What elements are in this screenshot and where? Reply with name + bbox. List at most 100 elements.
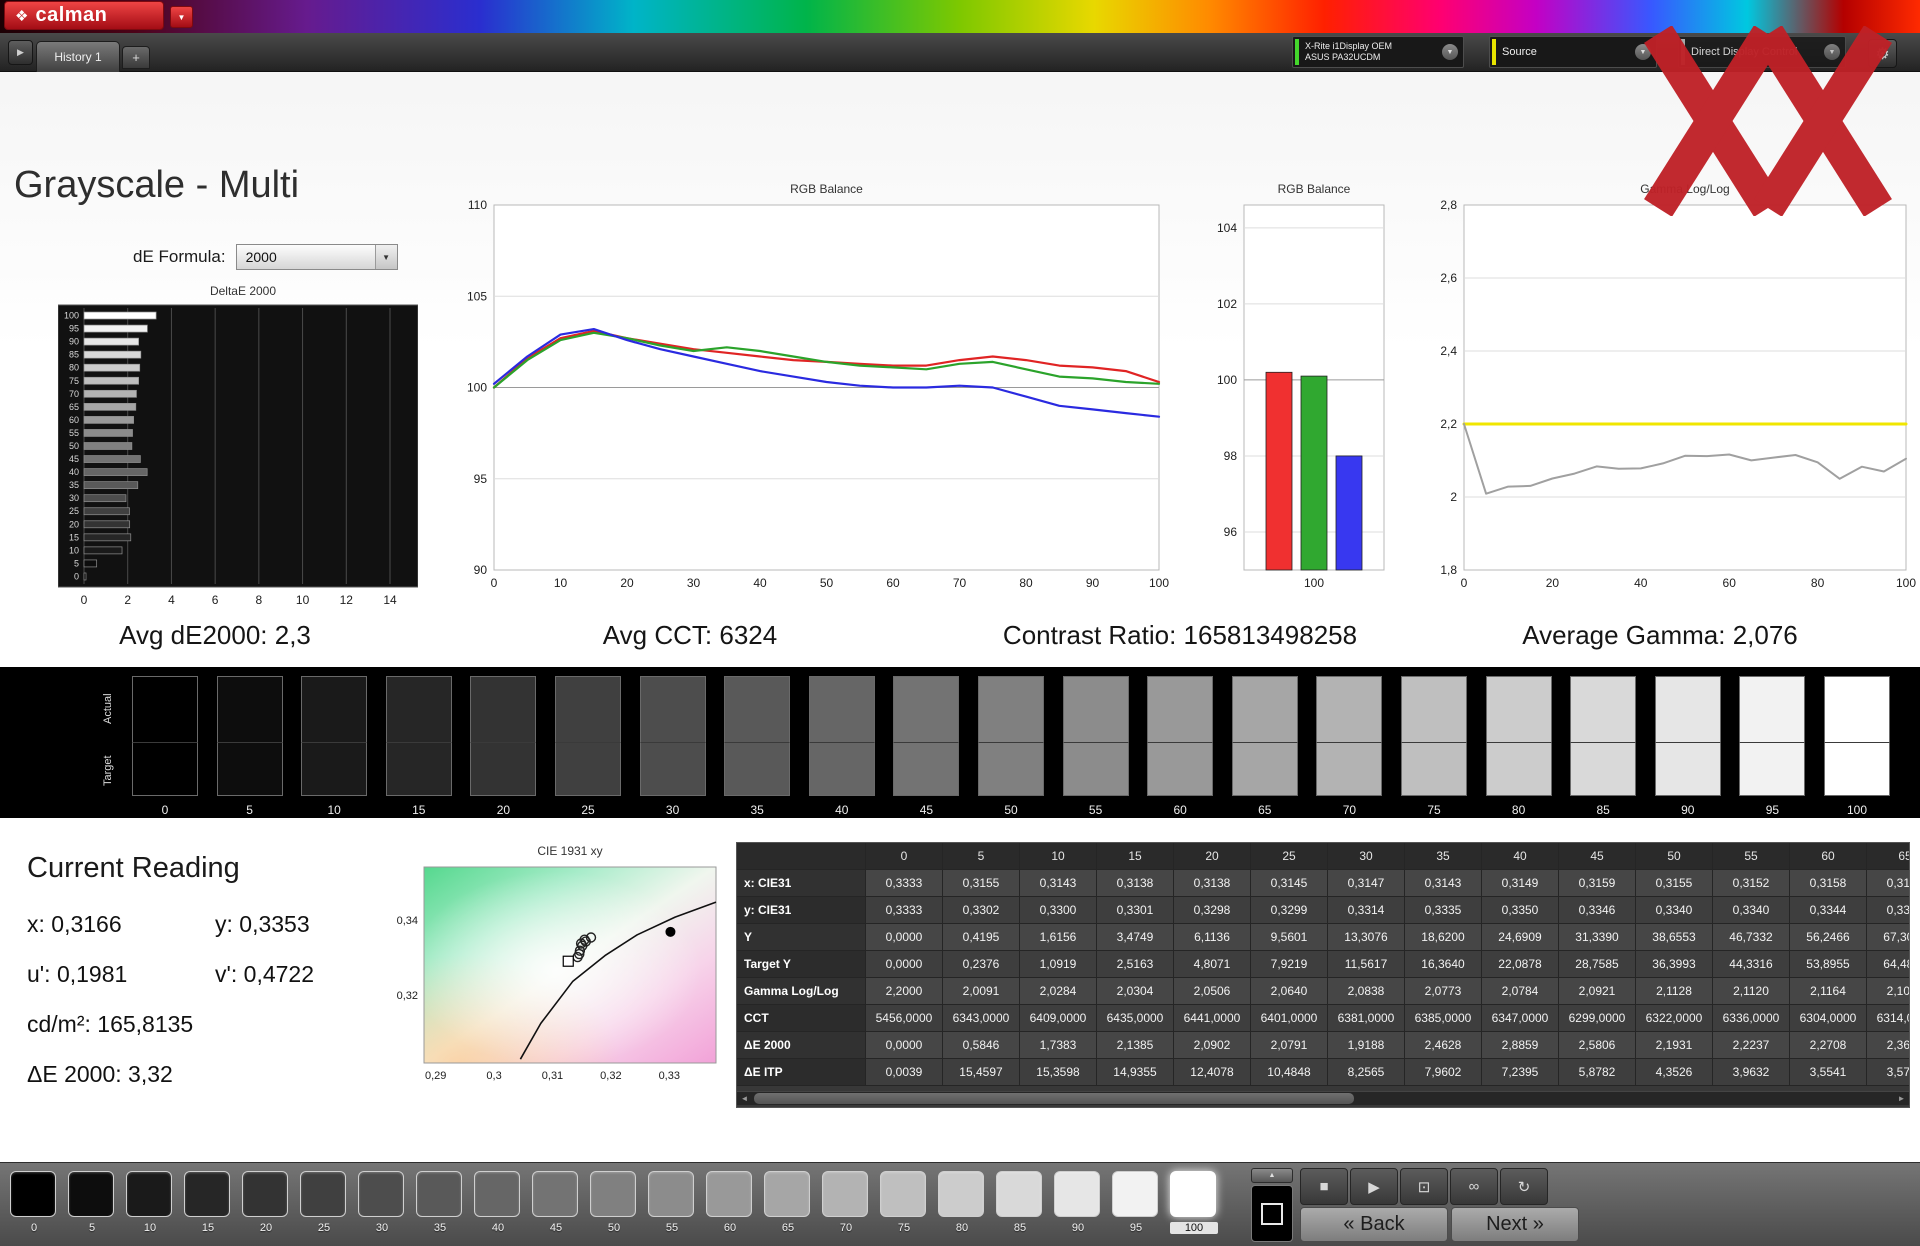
patch-button-55[interactable]: 55 xyxy=(648,1171,696,1234)
table-col-header: 50 xyxy=(1636,843,1713,870)
back-button[interactable]: « Back xyxy=(1300,1207,1448,1242)
de-formula-select[interactable]: 2000 ▼ xyxy=(235,244,398,270)
patch-level-label: 40 xyxy=(491,1222,505,1234)
settings-gear-button[interactable]: ⚙ xyxy=(1868,39,1897,68)
source-dropdown[interactable]: Source ▼ xyxy=(1489,36,1657,68)
patch-level-label: 85 xyxy=(1013,1222,1027,1234)
swatch-actual xyxy=(639,676,706,742)
patch-button-25[interactable]: 25 xyxy=(300,1171,348,1234)
gear-icon: ⚙ xyxy=(1875,45,1890,63)
table-cell: 5,8782 xyxy=(1559,1059,1636,1086)
reset-button[interactable]: ↻ xyxy=(1500,1168,1548,1205)
swatch-column-25: 25 xyxy=(555,676,621,817)
patch-button-100[interactable]: 100 xyxy=(1170,1171,1218,1234)
calman-logo[interactable]: ❖ calman xyxy=(4,1,164,30)
svg-text:25: 25 xyxy=(69,506,79,516)
table-cell: 2,2000 xyxy=(866,978,943,1005)
patch-button-80[interactable]: 80 xyxy=(938,1171,986,1234)
swatch-level-label: 30 xyxy=(665,803,680,817)
meter-dropdown[interactable]: X-Rite i1Display OEM ASUS PA32UCDM ▼ xyxy=(1292,36,1464,68)
table-cell: 5456,0000 xyxy=(866,1005,943,1032)
swatch-target xyxy=(1316,742,1383,796)
table-row-label: ΔE ITP xyxy=(737,1059,866,1086)
patch-button-35[interactable]: 35 xyxy=(416,1171,464,1234)
svg-text:75: 75 xyxy=(69,376,79,386)
actual-row-label: Actual xyxy=(102,693,114,725)
table-cell: 0,3143 xyxy=(1020,870,1097,897)
table-cell: 1,6156 xyxy=(1020,924,1097,951)
patch-button-30[interactable]: 30 xyxy=(358,1171,406,1234)
add-tab-button[interactable]: + xyxy=(122,46,150,69)
target-row-label: Target xyxy=(102,755,114,787)
table-cell: 1,0919 xyxy=(1020,951,1097,978)
deltae-bar-chart: DeltaE 2000 0 2 4 6 8 10 12 14 100 95 90 85 80 75 70 65 6… xyxy=(57,283,419,613)
swatch-actual xyxy=(1231,676,1298,742)
main-menu-button[interactable]: ▼ xyxy=(170,6,193,28)
patch-button-65[interactable]: 65 xyxy=(764,1171,812,1234)
scrollbar-thumb[interactable] xyxy=(754,1093,1354,1104)
tab-history-1[interactable]: History 1 xyxy=(36,41,120,72)
table-cell: 6343,0000 xyxy=(943,1005,1020,1032)
swatch-column-55: 55 xyxy=(1062,676,1129,817)
swatch-level-label: 15 xyxy=(412,803,426,817)
table-cell: 6401,0000 xyxy=(1251,1005,1328,1032)
patch-level-label: 80 xyxy=(955,1222,969,1234)
table-cell: 0,3152 xyxy=(1713,870,1790,897)
swatch-target xyxy=(808,742,875,796)
continuous-measure-button[interactable]: ∞ xyxy=(1450,1168,1498,1205)
swatch-column-45: 45 xyxy=(893,676,960,817)
patch-button-60[interactable]: 60 xyxy=(706,1171,754,1234)
table-cell: 15,4597 xyxy=(943,1059,1020,1086)
patch-button-75[interactable]: 75 xyxy=(880,1171,928,1234)
patch-size-up-button[interactable]: ▲ xyxy=(1251,1168,1293,1183)
table-row-label: Target Y xyxy=(737,951,866,978)
source-accent-bar xyxy=(1492,39,1496,65)
patch-button-40[interactable]: 40 xyxy=(474,1171,522,1234)
svg-text:40: 40 xyxy=(1634,576,1648,590)
svg-text:14: 14 xyxy=(383,593,397,607)
patch-button-0[interactable]: 0 xyxy=(10,1171,58,1234)
display-control-dropdown[interactable]: Direct Display Control ▼ xyxy=(1678,36,1846,68)
measure-once-button[interactable]: ⊡ xyxy=(1400,1168,1448,1205)
patch-window-button[interactable] xyxy=(1251,1185,1293,1242)
table-cell: 2,1164 xyxy=(1790,978,1867,1005)
reading-u: u': 0,1981 xyxy=(27,961,128,987)
svg-text:0,34: 0,34 xyxy=(397,915,418,927)
table-cell: 10,4848 xyxy=(1251,1059,1328,1086)
patch-button-15[interactable]: 15 xyxy=(184,1171,232,1234)
patch-button-5[interactable]: 5 xyxy=(68,1171,116,1234)
svg-text:98: 98 xyxy=(1224,449,1238,463)
svg-text:110: 110 xyxy=(468,198,487,212)
transport-controls: ■ ▶ ⊡ ∞ ↻ xyxy=(1300,1168,1548,1205)
patch-button-95[interactable]: 95 xyxy=(1112,1171,1160,1234)
table-cell: 0,3155 xyxy=(1636,870,1713,897)
history-panel-expand-button[interactable]: ▶ xyxy=(8,40,33,65)
play-button[interactable]: ▶ xyxy=(1350,1168,1398,1205)
svg-text:100: 100 xyxy=(467,381,487,395)
table-cell: 6299,0000 xyxy=(1559,1005,1636,1032)
patch-button-90[interactable]: 90 xyxy=(1054,1171,1102,1234)
patch-button-50[interactable]: 50 xyxy=(590,1171,638,1234)
patch-button-45[interactable]: 45 xyxy=(532,1171,580,1234)
scroll-right-arrow-icon[interactable]: ► xyxy=(1894,1092,1909,1105)
table-col-header: 65 xyxy=(1867,843,1909,870)
table-cell: 0,3300 xyxy=(1020,897,1097,924)
svg-text:60: 60 xyxy=(1723,576,1737,590)
table-cell: 6385,0000 xyxy=(1405,1005,1482,1032)
patch-button-70[interactable]: 70 xyxy=(822,1171,870,1234)
stop-button[interactable]: ■ xyxy=(1300,1168,1348,1205)
display-accent-bar xyxy=(1681,39,1685,65)
table-cell: 9,5601 xyxy=(1251,924,1328,951)
patch-button-85[interactable]: 85 xyxy=(996,1171,1044,1234)
swatch-target xyxy=(1739,742,1806,796)
scroll-left-arrow-icon[interactable]: ◄ xyxy=(737,1092,752,1105)
table-col-header: 40 xyxy=(1482,843,1559,870)
table-cell: 0,3155 xyxy=(943,870,1020,897)
patch-button-10[interactable]: 10 xyxy=(126,1171,174,1234)
workflow-tab-bar: ▶ History 1 + X-Rite i1Display OEM ASUS … xyxy=(0,33,1920,72)
table-horizontal-scrollbar[interactable]: ◄ ► xyxy=(737,1091,1909,1105)
patch-button-20[interactable]: 20 xyxy=(242,1171,290,1234)
next-button[interactable]: Next » xyxy=(1451,1207,1579,1242)
reading-luminance: cd/m²: 165,8135 xyxy=(27,1011,194,1037)
table-cell: 2,0838 xyxy=(1328,978,1405,1005)
